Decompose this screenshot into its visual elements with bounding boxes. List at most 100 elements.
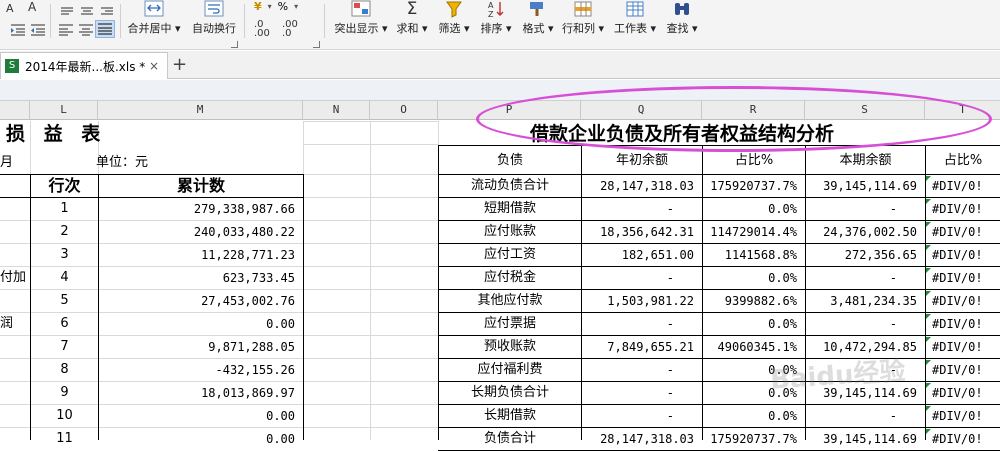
current-ratio[interactable]: #DIV/0! (926, 221, 1000, 243)
cumulative-amount[interactable]: 0.00 (99, 313, 295, 335)
current-balance[interactable]: 272,356.65 (806, 244, 925, 266)
merge-center-button[interactable]: 合并居中 ▾ (124, 0, 184, 36)
close-tab-icon[interactable]: × (149, 59, 159, 73)
current-balance[interactable]: 3,481,234.35 (806, 290, 925, 312)
liability-name[interactable]: 负债合计 (439, 428, 581, 450)
cumulative-amount[interactable]: 9,871,288.05 (99, 336, 295, 358)
number-launcher-icon[interactable] (313, 41, 320, 48)
opening-balance[interactable]: - (582, 382, 702, 404)
liability-name[interactable]: 应付票据 (439, 313, 581, 335)
format-button[interactable]: 格式 ▾ (518, 0, 558, 36)
indent-icon[interactable] (10, 22, 26, 41)
opening-ratio[interactable]: 49060345.1% (703, 336, 805, 358)
row-number[interactable]: 7 (31, 336, 98, 358)
filter-button[interactable]: 筛选 ▾ (436, 0, 472, 36)
current-ratio[interactable]: #DIV/0! (926, 313, 1000, 335)
cumulative-amount[interactable]: 0.00 (99, 405, 295, 427)
liability-name[interactable]: 应付账款 (439, 221, 581, 243)
current-balance[interactable]: 24,376,002.50 (806, 221, 925, 243)
current-balance[interactable]: - (806, 405, 925, 427)
opening-ratio[interactable]: 1141568.8% (703, 244, 805, 266)
opening-ratio[interactable]: 0.0% (703, 313, 805, 335)
cumulative-amount[interactable]: 0.00 (99, 428, 295, 450)
current-ratio[interactable]: #DIV/0! (926, 428, 1000, 450)
cumulative-amount[interactable]: -432,155.26 (99, 359, 295, 381)
cumulative-amount[interactable]: 27,453,002.76 (99, 290, 295, 312)
cumulative-amount[interactable]: 240,033,480.22 (99, 221, 295, 243)
current-ratio[interactable]: #DIV/0! (926, 267, 1000, 289)
worksheet-button[interactable]: 工作表 ▾ (612, 0, 658, 36)
opening-balance[interactable]: 7,849,655.21 (582, 336, 702, 358)
current-ratio[interactable]: #DIV/0! (926, 336, 1000, 358)
align-bottom-icon[interactable] (100, 2, 114, 21)
current-balance[interactable]: - (806, 313, 925, 335)
column-header-M[interactable]: M (98, 100, 303, 120)
row-number[interactable]: 11 (31, 428, 98, 450)
column-header-N[interactable]: N (303, 100, 370, 120)
opening-balance[interactable]: 28,147,318.03 (582, 428, 702, 450)
current-ratio[interactable]: #DIV/0! (926, 405, 1000, 427)
align-left-icon[interactable] (58, 22, 74, 41)
row-number[interactable]: 8 (31, 359, 98, 381)
font-size-up-icon[interactable]: A (28, 0, 36, 14)
align-middle-icon[interactable] (80, 2, 94, 21)
opening-ratio[interactable]: 0.0% (703, 267, 805, 289)
current-balance[interactable]: 39,145,114.69 (806, 175, 925, 197)
liability-name[interactable]: 长期负债合计 (439, 382, 581, 404)
liability-header-cell[interactable]: 占比% (703, 150, 805, 172)
row-number[interactable]: 10 (31, 405, 98, 427)
liability-name[interactable]: 应付税金 (439, 267, 581, 289)
sort-button[interactable]: AZ 排序 ▾ (478, 0, 514, 36)
row-number[interactable]: 2 (31, 221, 98, 243)
cumulative-amount[interactable]: 623,733.45 (99, 267, 295, 289)
current-balance[interactable]: - (806, 267, 925, 289)
highlight-button[interactable]: 突出显示 ▾ (330, 0, 392, 36)
spreadsheet-grid[interactable]: 损 益 表 月 单位：元 行次 累计数 付加 润 1 279,338,987.66… (0, 121, 1000, 451)
opening-balance[interactable]: - (582, 313, 702, 335)
opening-ratio[interactable]: 175920737.7% (703, 175, 805, 197)
justify-icon[interactable] (95, 20, 115, 38)
liability-name[interactable]: 短期借款 (439, 198, 581, 220)
cumulative-amount[interactable]: 279,338,987.66 (99, 198, 295, 220)
increase-decimal-icon[interactable]: .0.00 (254, 20, 270, 39)
align-center-icon[interactable] (78, 22, 94, 41)
current-ratio[interactable]: #DIV/0! (926, 175, 1000, 197)
opening-ratio[interactable]: 0.0% (703, 198, 805, 220)
opening-ratio[interactable]: 0.0% (703, 405, 805, 427)
rows-columns-button[interactable]: 行和列 ▾ (560, 0, 606, 36)
row-number[interactable]: 1 (31, 198, 98, 220)
opening-balance[interactable]: 18,356,642.31 (582, 221, 702, 243)
opening-ratio[interactable]: 175920737.7% (703, 428, 805, 450)
liability-header-cell[interactable]: 占比% (926, 150, 1000, 172)
column-header-prev[interactable] (0, 100, 30, 120)
document-tab[interactable]: S 2014年最新...板.xls * × (0, 52, 168, 79)
wrap-text-button[interactable]: 自动换行 (188, 0, 240, 36)
current-ratio[interactable]: #DIV/0! (926, 382, 1000, 404)
find-button[interactable]: 查找 ▾ (662, 0, 702, 36)
row-number[interactable]: 4 (31, 267, 98, 289)
opening-balance[interactable]: 182,651.00 (582, 244, 702, 266)
decrease-decimal-icon[interactable]: .00.0 (282, 20, 298, 39)
opening-balance[interactable]: - (582, 267, 702, 289)
liability-name[interactable]: 应付工资 (439, 244, 581, 266)
opening-ratio[interactable]: 9399882.6% (703, 290, 805, 312)
current-ratio[interactable]: #DIV/0! (926, 290, 1000, 312)
liability-name[interactable]: 预收账款 (439, 336, 581, 358)
alignment-launcher-icon[interactable] (231, 41, 238, 48)
column-header-O[interactable]: O (370, 100, 438, 120)
opening-balance[interactable]: - (582, 359, 702, 381)
row-number[interactable]: 5 (31, 290, 98, 312)
current-ratio[interactable]: #DIV/0! (926, 359, 1000, 381)
liability-name[interactable]: 长期借款 (439, 405, 581, 427)
row-number[interactable]: 3 (31, 244, 98, 266)
font-size-down-icon[interactable]: A (6, 2, 14, 15)
percent-button[interactable]: % (278, 0, 288, 13)
liability-name[interactable]: 应付福利费 (439, 359, 581, 381)
new-tab-button[interactable]: + (172, 54, 187, 76)
opening-balance[interactable]: - (582, 198, 702, 220)
sum-button[interactable]: Σ 求和 ▾ (394, 0, 430, 36)
row-number[interactable]: 9 (31, 382, 98, 404)
liability-header-cell[interactable]: 本期余额 (806, 150, 925, 172)
liability-name[interactable]: 其他应付款 (439, 290, 581, 312)
opening-ratio[interactable]: 114729014.4% (703, 221, 805, 243)
